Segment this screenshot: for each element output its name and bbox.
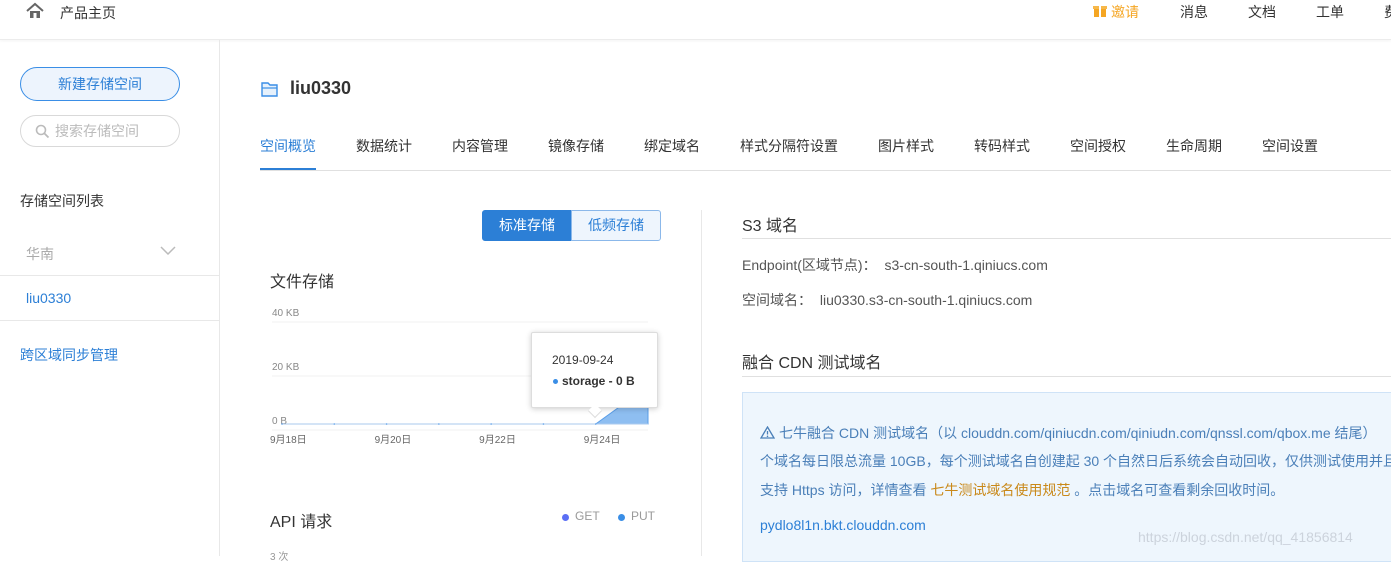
- standard-storage-toggle[interactable]: 标准存储: [482, 210, 572, 241]
- notice-text-1: 七牛融合 CDN 测试域名（以 clouddn.com/qiniucdn.com…: [779, 425, 1377, 441]
- endpoint-row: Endpoint(区域节点)： s3-cn-south-1.qiniucs.co…: [742, 255, 1048, 275]
- x-tick-label: 9月22日: [479, 434, 516, 446]
- low-freq-storage-toggle[interactable]: 低频存储: [571, 210, 661, 241]
- product-home-link[interactable]: 产品主页: [60, 3, 116, 23]
- bucket-item-label: liu0330: [26, 290, 72, 306]
- bucket-domain-label: 空间域名：: [742, 292, 812, 308]
- storage-data-point: [490, 423, 492, 425]
- test-domain-policy-link[interactable]: 七牛测试域名使用规范: [930, 482, 1070, 498]
- tab-settings[interactable]: 空间设置: [1262, 136, 1318, 156]
- s3-divider: [742, 238, 1391, 239]
- region-selector[interactable]: 华南: [0, 230, 220, 276]
- storage-data-point: [333, 423, 336, 425]
- cdn-test-domain-link[interactable]: pydlo8l1n.bkt.clouddn.com: [760, 517, 926, 533]
- docs-link[interactable]: 文档: [1248, 2, 1276, 22]
- tab-bar: 空间概览 数据统计 内容管理 镜像存储 绑定域名 样式分隔符设置 图片样式 转码…: [260, 120, 1391, 171]
- notice-text-3a: 支持 Https 访问，详情查看: [760, 482, 927, 498]
- x-tick-label: 9月20日: [375, 434, 412, 446]
- storage-data-point: [542, 423, 545, 425]
- cdn-divider: [742, 376, 1391, 377]
- sidebar-item-bucket[interactable]: liu0330: [0, 276, 220, 321]
- legend-put-label[interactable]: PUT: [631, 509, 655, 523]
- cdn-test-domain-title: 融合 CDN 测试域名: [742, 355, 882, 372]
- chevron-down-icon: [160, 246, 176, 256]
- notice-line-1: 七牛融合 CDN 测试域名（以 clouddn.com/qiniucdn.com…: [760, 423, 1377, 443]
- storage-data-point: [281, 423, 283, 425]
- watermark: https://blog.csdn.net/qq_41856814: [1138, 529, 1353, 545]
- chart-tooltip: 2019-09-24 storage - 0 B: [531, 332, 658, 419]
- top-bar: 产品主页 邀请 消息 文档 工单 费: [0, 0, 1391, 40]
- search-icon: [35, 124, 50, 139]
- storage-data-point: [594, 423, 597, 425]
- warning-icon: [760, 426, 775, 439]
- region-label: 华南: [26, 246, 54, 262]
- tab-transcode[interactable]: 转码样式: [974, 136, 1030, 156]
- legend-get-dot: [562, 514, 569, 521]
- tab-mirror[interactable]: 镜像存储: [548, 136, 604, 156]
- messages-link[interactable]: 消息: [1180, 2, 1208, 22]
- tab-overview[interactable]: 空间概览: [260, 136, 316, 156]
- y-tick-label: 0 B: [272, 416, 287, 427]
- notice-line-2: 个域名每日限总流量 10GB，每个测试域名自创建起 30 个自然日后系统会自动回…: [760, 453, 1391, 469]
- legend-put-dot: [618, 514, 625, 521]
- tooltip-date: 2019-09-24: [552, 353, 614, 367]
- home-icon[interactable]: [26, 2, 44, 20]
- bucket-domain-row: 空间域名： liu0330.s3-cn-south-1.qiniucs.com: [742, 290, 1032, 310]
- sidebar: 新建存储空间 存储空间列表 华南 liu0330 跨区域同步管理: [0, 40, 220, 556]
- bucket-domain-value: liu0330.s3-cn-south-1.qiniucs.com: [819, 292, 1033, 308]
- y-tick-label: 20 KB: [272, 362, 300, 373]
- tab-statistics[interactable]: 数据统计: [356, 136, 412, 156]
- tooltip-series-dot: [553, 379, 558, 384]
- api-requests-title: API 请求: [270, 514, 333, 531]
- bucket-icon: [261, 82, 278, 97]
- file-storage-title: 文件存储: [270, 274, 335, 291]
- tab-domain[interactable]: 绑定域名: [644, 136, 700, 156]
- x-tick-label: 9月24日: [584, 434, 621, 446]
- storage-data-point: [438, 423, 440, 425]
- bucket-search-box[interactable]: [20, 115, 180, 147]
- page-title: liu0330: [290, 78, 352, 98]
- cross-region-sync-link[interactable]: 跨区域同步管理: [20, 345, 118, 365]
- tab-style-separator[interactable]: 样式分隔符设置: [740, 136, 838, 156]
- notice-text-3b: 。点击域名可查看剩余回收时间。: [1074, 482, 1285, 498]
- endpoint-value: s3-cn-south-1.qiniucs.com: [884, 257, 1048, 273]
- column-divider: [701, 210, 702, 556]
- storage-data-point: [385, 423, 388, 425]
- y-tick-label: 40 KB: [272, 308, 300, 319]
- fees-link[interactable]: 费: [1384, 2, 1391, 22]
- tab-content[interactable]: 内容管理: [452, 136, 508, 156]
- bucket-search-input[interactable]: [55, 122, 173, 140]
- tickets-link[interactable]: 工单: [1316, 2, 1344, 22]
- s3-domain-title: S3 域名: [742, 218, 799, 235]
- bucket-list-title: 存储空间列表: [20, 193, 104, 209]
- tab-authorization[interactable]: 空间授权: [1070, 136, 1126, 156]
- endpoint-label: Endpoint(区域节点)：: [742, 257, 877, 273]
- invite-link[interactable]: 邀请: [1111, 2, 1139, 22]
- active-tab-indicator: [260, 168, 316, 170]
- x-tick-label: 9月18日: [270, 434, 307, 446]
- tab-image-style[interactable]: 图片样式: [878, 136, 934, 156]
- legend-get-label[interactable]: GET: [575, 509, 600, 523]
- new-bucket-button[interactable]: 新建存储空间: [20, 67, 180, 101]
- gift-icon: [1093, 6, 1107, 17]
- tab-lifecycle[interactable]: 生命周期: [1166, 136, 1222, 156]
- notice-line-3: 支持 Https 访问，详情查看 七牛测试域名使用规范 。点击域名可查看剩余回收…: [760, 480, 1284, 500]
- tooltip-value: storage - 0 B: [562, 374, 635, 388]
